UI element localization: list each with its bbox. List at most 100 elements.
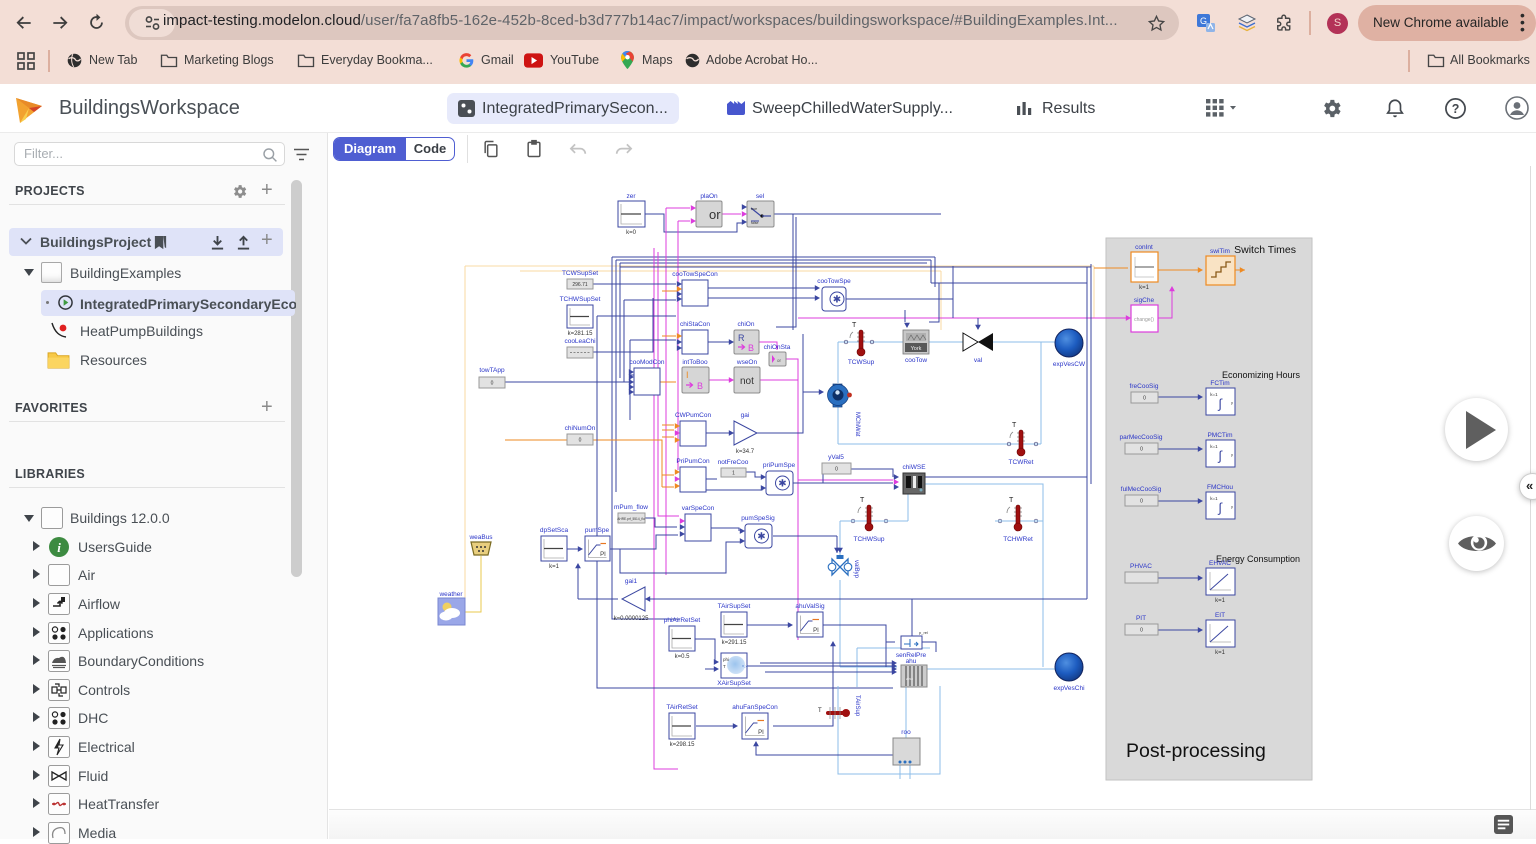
svg-text:TCWSup: TCWSup bbox=[848, 359, 875, 366]
svg-text:R: R bbox=[738, 333, 745, 343]
svg-text:zer: zer bbox=[626, 193, 636, 200]
svg-text:k=281.15: k=281.15 bbox=[568, 331, 594, 337]
svg-text:T: T bbox=[1009, 497, 1014, 504]
svg-text:weaBus: weaBus bbox=[468, 534, 493, 541]
svg-text:true: true bbox=[751, 207, 757, 211]
svg-text:Economizing Hours: Economizing Hours bbox=[1222, 370, 1301, 380]
svg-text:valByp: valByp bbox=[853, 560, 859, 579]
svg-text:TAirRetSet: TAirRetSet bbox=[666, 704, 697, 711]
svg-text:sigChe: sigChe bbox=[1134, 297, 1155, 304]
svg-text:PIT: PIT bbox=[1136, 615, 1146, 622]
svg-text:PHVAC: PHVAC bbox=[1130, 563, 1152, 570]
svg-text:sel: sel bbox=[756, 193, 765, 200]
svg-text:expVesCW: expVesCW bbox=[1053, 361, 1086, 368]
svg-text:0: 0 bbox=[1140, 628, 1143, 634]
svg-text:or: or bbox=[709, 207, 721, 222]
svg-text:TAirSupSet: TAirSupSet bbox=[718, 603, 751, 610]
svg-text:intToBoo: intToBoo bbox=[682, 359, 708, 366]
svg-text:T: T bbox=[1012, 422, 1017, 429]
svg-text:gai1: gai1 bbox=[625, 578, 638, 585]
svg-text:dpSetSca: dpSetSca bbox=[540, 527, 569, 534]
svg-text:ahuFanSpeCon: ahuFanSpeCon bbox=[732, 704, 778, 711]
svg-text:FMCHou: FMCHou bbox=[1207, 484, 1233, 491]
svg-text:y: y bbox=[1231, 452, 1233, 457]
svg-text:mPum_flow: mPum_flow bbox=[614, 504, 648, 511]
svg-text:0: 0 bbox=[835, 467, 838, 473]
svg-text:PI: PI bbox=[813, 628, 819, 634]
svg-text:yVal5: yVal5 bbox=[828, 454, 844, 461]
svg-text:or: or bbox=[777, 358, 782, 363]
svg-text:p_rel: p_rel bbox=[919, 630, 928, 635]
svg-text:York: York bbox=[911, 346, 922, 352]
svg-text:B: B bbox=[748, 343, 754, 353]
svg-text:EIT: EIT bbox=[1215, 612, 1225, 619]
svg-text:k=1: k=1 bbox=[1210, 392, 1218, 397]
svg-text:k=298.15: k=298.15 bbox=[670, 742, 696, 748]
svg-text:0: 0 bbox=[491, 381, 494, 387]
svg-text:plaOn: plaOn bbox=[700, 193, 718, 200]
svg-text:T: T bbox=[860, 497, 865, 504]
svg-text:FCTim: FCTim bbox=[1210, 380, 1229, 387]
svg-text:TCWSupSet: TCWSupSet bbox=[562, 270, 598, 277]
svg-text:change(): change() bbox=[1134, 317, 1154, 323]
svg-text:TAirSup: TAirSup bbox=[854, 695, 860, 717]
svg-text:fulMecCooSig: fulMecCooSig bbox=[1121, 486, 1162, 493]
svg-text:swiTim: swiTim bbox=[1210, 248, 1230, 255]
svg-text:I: I bbox=[686, 370, 689, 380]
svg-text:TCHWRet: TCHWRet bbox=[1003, 536, 1033, 543]
svg-text:chiOn: chiOn bbox=[738, 321, 755, 328]
svg-text:weather: weather bbox=[438, 591, 463, 598]
svg-text:not: not bbox=[740, 376, 754, 387]
svg-text:phi: phi bbox=[723, 657, 729, 662]
svg-text:y: y bbox=[1231, 400, 1233, 405]
svg-text:✱: ✱ bbox=[778, 479, 786, 490]
svg-text:cooModCon: cooModCon bbox=[629, 359, 664, 366]
svg-text:freCooSig: freCooSig bbox=[1130, 383, 1159, 390]
svg-text:XAirSupSet: XAirSupSet bbox=[717, 680, 751, 687]
svg-text:wseOn: wseOn bbox=[736, 359, 758, 366]
svg-text:k=1: k=1 bbox=[1139, 285, 1150, 291]
svg-text:PI: PI bbox=[600, 552, 606, 558]
svg-text:chiWSE: chiWSE bbox=[902, 464, 926, 471]
svg-text:ahu: ahu bbox=[906, 676, 913, 681]
svg-text:chiStaCon: chiStaCon bbox=[680, 321, 710, 328]
svg-text:val: val bbox=[974, 357, 983, 364]
svg-text:0: 0 bbox=[1143, 396, 1146, 402]
svg-text:k=1: k=1 bbox=[1215, 650, 1226, 656]
svg-text:ahu: ahu bbox=[906, 658, 917, 665]
svg-text:priPumSpe: priPumSpe bbox=[763, 462, 796, 469]
svg-text:k=1: k=1 bbox=[1210, 496, 1218, 501]
svg-text:TCWRet: TCWRet bbox=[1009, 459, 1034, 466]
svg-text:1: 1 bbox=[732, 471, 735, 477]
svg-text:pumSpe: pumSpe bbox=[585, 527, 610, 534]
svg-text:296.71: 296.71 bbox=[572, 282, 588, 288]
svg-text:chiNumOn: chiNumOn bbox=[565, 425, 596, 432]
svg-text:k=34.7: k=34.7 bbox=[736, 449, 755, 455]
svg-text:pumSpeSig: pumSpeSig bbox=[741, 515, 775, 522]
svg-text:k=1: k=1 bbox=[1215, 598, 1226, 604]
svg-text:B: B bbox=[697, 381, 703, 391]
svg-text:chiOnSta: chiOnSta bbox=[764, 344, 791, 351]
svg-text:phiAirRetSet: phiAirRetSet bbox=[664, 617, 701, 624]
svg-text:X_w: X_w bbox=[742, 664, 749, 668]
svg-text:PMCTim: PMCTim bbox=[1207, 432, 1232, 439]
svg-text:k=1: k=1 bbox=[1210, 444, 1218, 449]
svg-text:T: T bbox=[818, 708, 822, 714]
svg-text:k=0.5: k=0.5 bbox=[675, 654, 691, 660]
svg-text:y: y bbox=[1231, 504, 1233, 509]
svg-text:AHRE.prf_5514_flo: AHRE.prf_5514_flo bbox=[617, 517, 645, 521]
svg-text:cooTow: cooTow bbox=[905, 357, 927, 364]
svg-text:0: 0 bbox=[579, 438, 582, 444]
svg-text:✱: ✱ bbox=[757, 532, 765, 543]
svg-text:gai: gai bbox=[741, 412, 750, 419]
svg-text:0: 0 bbox=[1140, 447, 1143, 453]
svg-text:Post-processing: Post-processing bbox=[1126, 740, 1266, 762]
svg-text:TCHWSupSet: TCHWSupSet bbox=[560, 296, 601, 303]
svg-text:expVesChi: expVesChi bbox=[1053, 685, 1084, 692]
svg-text:k=291.15: k=291.15 bbox=[722, 640, 748, 646]
svg-text:ahuValSig: ahuValSig bbox=[795, 603, 825, 610]
svg-text:cooTowSpeCon: cooTowSpeCon bbox=[672, 271, 718, 278]
svg-text:MChiWat: MChiWat bbox=[854, 412, 860, 437]
svg-text:T: T bbox=[723, 664, 726, 669]
svg-text:towTApp: towTApp bbox=[479, 367, 505, 374]
